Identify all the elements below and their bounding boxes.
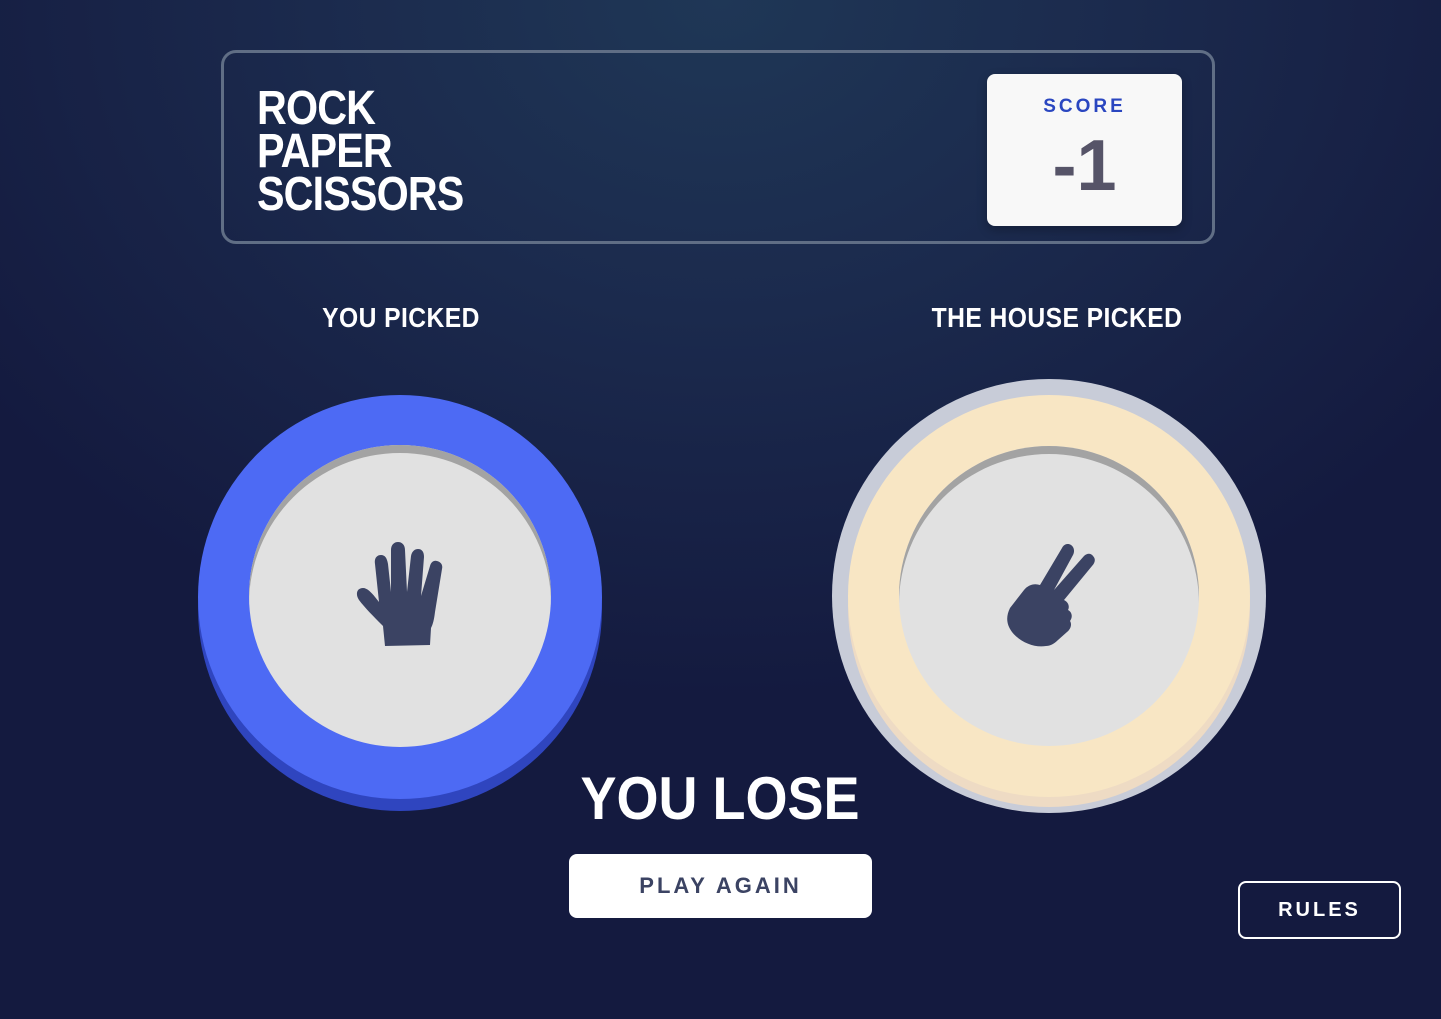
paper-hand-icon bbox=[356, 542, 443, 646]
player-paper-token bbox=[198, 395, 602, 799]
logo-line-paper: PAPER bbox=[257, 125, 393, 178]
game-logo: ROCK PAPER SCISSORS bbox=[257, 82, 497, 221]
score-label: SCORE bbox=[1043, 96, 1126, 117]
house-scissors-token bbox=[848, 395, 1250, 797]
play-again-button[interactable]: PLAY AGAIN bbox=[569, 854, 872, 918]
house-token-face bbox=[899, 446, 1199, 746]
you-picked-label: YOU PICKED bbox=[322, 302, 480, 333]
rules-button[interactable]: RULES bbox=[1238, 881, 1401, 939]
result-text: YOU LOSE bbox=[580, 765, 860, 832]
scissors-hand-icon bbox=[1007, 544, 1095, 647]
house-token-halo bbox=[832, 379, 1266, 813]
logo-line-scissors: SCISSORS bbox=[257, 168, 464, 221]
score-panel: SCORE -1 bbox=[987, 74, 1182, 226]
logo-line-rock: ROCK bbox=[257, 82, 376, 135]
score-value: -1 bbox=[1052, 126, 1117, 206]
game-header: ROCK PAPER SCISSORS SCORE -1 bbox=[221, 50, 1215, 244]
player-token-face bbox=[249, 445, 551, 747]
house-picked-label: THE HOUSE PICKED bbox=[931, 302, 1183, 333]
